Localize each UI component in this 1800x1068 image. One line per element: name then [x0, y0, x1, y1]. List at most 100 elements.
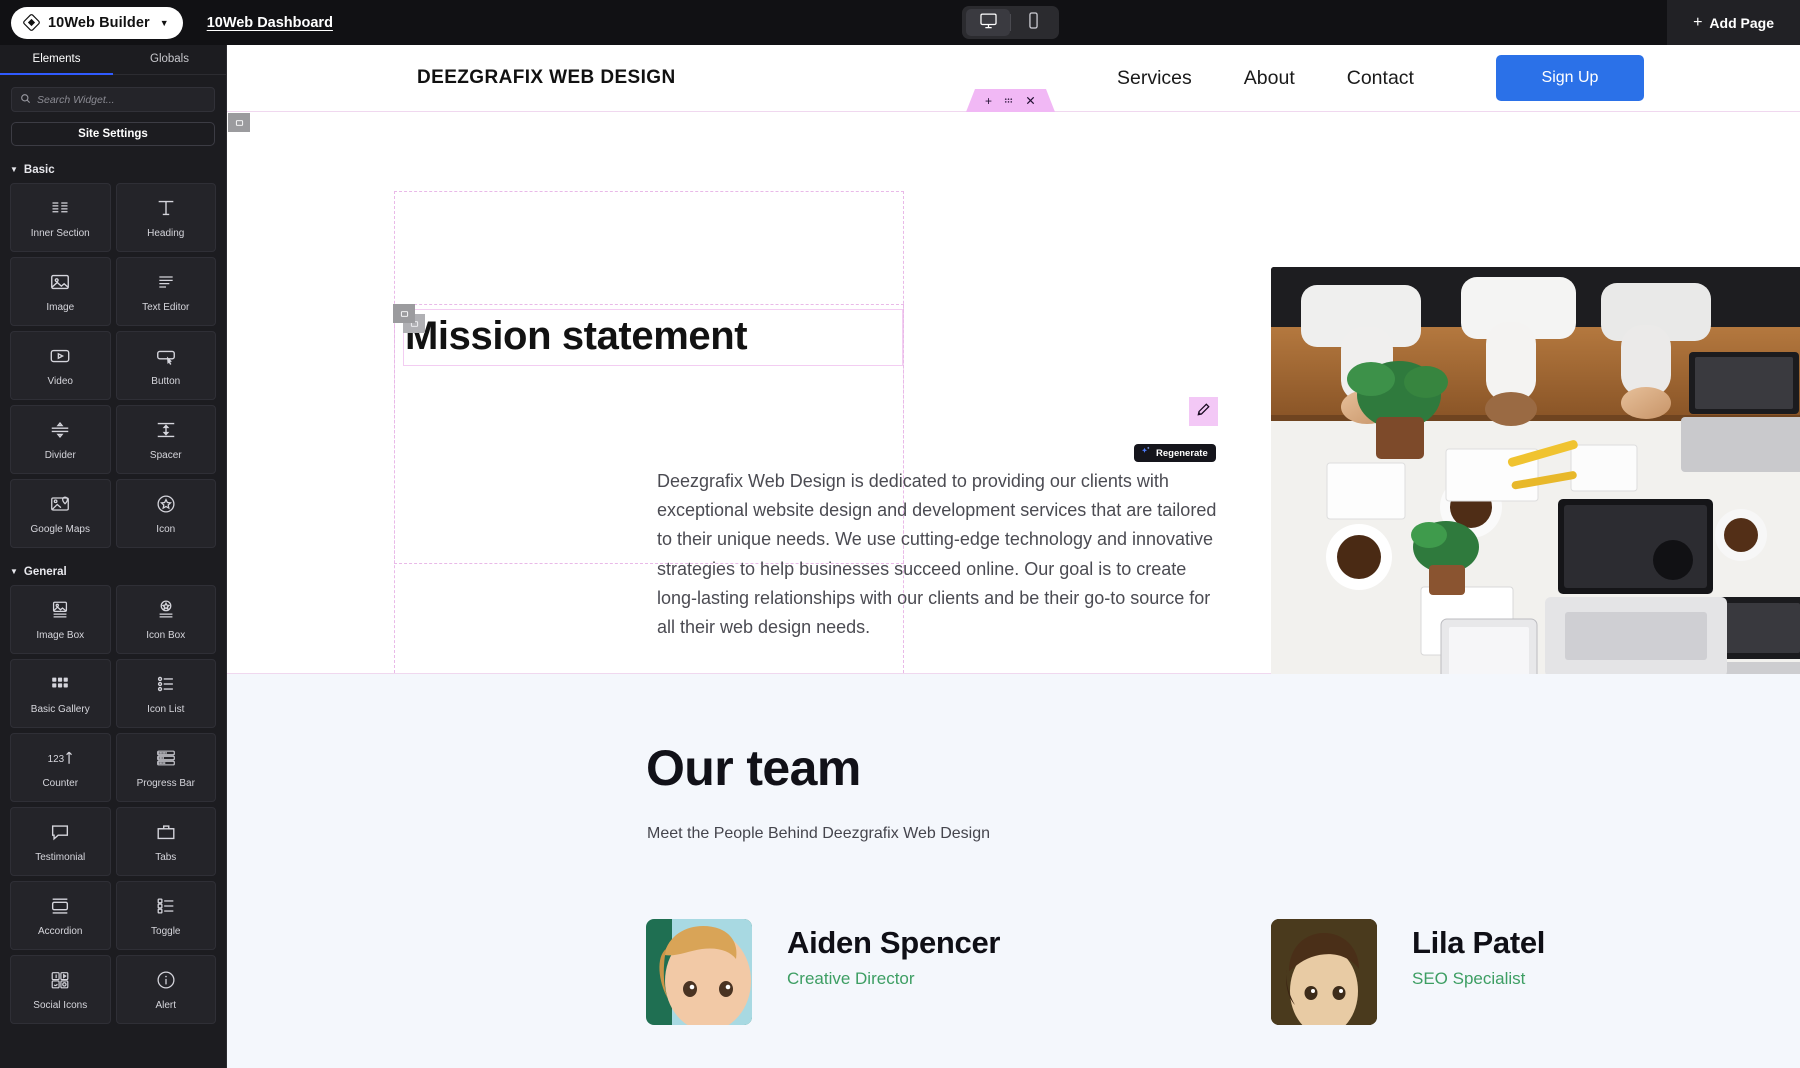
sparkle-icon	[1140, 444, 1152, 462]
nav-link-services[interactable]: Services	[1117, 67, 1192, 90]
testimonial-icon	[49, 820, 71, 844]
spacer-icon	[155, 418, 177, 442]
widget-drag-handle-primary[interactable]	[393, 304, 415, 323]
widget-button[interactable]: Button	[115, 331, 216, 400]
chevron-down-icon: ▼	[159, 17, 169, 28]
widget-spacer[interactable]: Spacer	[115, 405, 216, 474]
heading-icon	[155, 196, 177, 220]
gallery-icon	[49, 672, 71, 696]
tab-elements[interactable]: Elements	[0, 45, 113, 75]
sidebar-group-basic[interactable]: ▼ Basic	[10, 164, 226, 176]
group-label-general: General	[23, 566, 67, 578]
team-member-name[interactable]: Lila Patel	[1412, 925, 1545, 961]
widget-accordion[interactable]: Accordion	[10, 881, 111, 950]
icon-list-icon	[155, 672, 177, 696]
widget-label: Spacer	[149, 450, 182, 461]
widget-label: Testimonial	[35, 852, 86, 863]
toggle-icon	[155, 894, 177, 918]
column-drag-handle[interactable]	[228, 113, 250, 132]
widget-label: Tabs	[155, 852, 177, 863]
add-page-button[interactable]: + Add Page	[1667, 0, 1800, 45]
section-toolbar[interactable]: +	[966, 89, 1055, 112]
builder-menu-label: 10Web Builder	[48, 14, 150, 31]
team-member-role[interactable]: Creative Director	[787, 969, 1000, 989]
site-settings-button[interactable]: Site Settings	[11, 122, 215, 146]
widget-divider[interactable]: Divider	[10, 405, 111, 474]
widget-basic-gallery[interactable]: Basic Gallery	[10, 659, 111, 728]
widget-image-box[interactable]: Image Box	[10, 585, 111, 654]
nav-link-about[interactable]: About	[1244, 67, 1295, 90]
widget-label: Toggle	[151, 926, 181, 937]
counter-icon: 123	[46, 746, 74, 770]
team-member-card[interactable]: Aiden Spencer Creative Director	[646, 919, 1000, 1025]
desktop-view-button[interactable]	[966, 9, 1010, 36]
social-icons-icon	[49, 968, 71, 992]
search-widget-field[interactable]	[11, 87, 215, 112]
device-preview-toggle[interactable]	[962, 6, 1059, 39]
accordion-icon	[49, 894, 71, 918]
edit-heading-button[interactable]	[1189, 397, 1218, 426]
widgets-sidebar: Elements Globals Site Settings ▼ Basic I…	[0, 45, 227, 1068]
site-nav: Services About Contact	[1117, 67, 1414, 90]
widget-label: Icon List	[147, 704, 185, 715]
dashboard-link[interactable]: 10Web Dashboard	[207, 15, 333, 31]
widget-alert[interactable]: Alert	[115, 955, 216, 1024]
nav-link-contact[interactable]: Contact	[1347, 67, 1414, 90]
widget-toggle[interactable]: Toggle	[115, 881, 216, 950]
sidebar-tabs: Elements Globals	[0, 45, 226, 75]
team-member-name[interactable]: Aiden Spencer	[787, 925, 1000, 961]
widget-progress-bar[interactable]: Progress Bar	[115, 733, 216, 802]
svg-text:123: 123	[48, 754, 65, 765]
widget-label: Video	[47, 376, 73, 387]
widget-heading[interactable]: Heading	[115, 183, 216, 252]
image-icon	[49, 270, 71, 294]
widget-label: Heading	[147, 228, 185, 239]
widget-image[interactable]: Image	[10, 257, 111, 326]
widget-inner-section[interactable]: Inner Section	[10, 183, 111, 252]
add-page-label: Add Page	[1709, 14, 1774, 31]
signup-button[interactable]: Sign Up	[1496, 55, 1644, 101]
mission-heading[interactable]: Mission statement	[405, 308, 925, 365]
app-topbar: 10Web Builder ▼ 10Web Dashboard + Add Pa…	[0, 0, 1800, 45]
avatar	[646, 919, 752, 1025]
widget-label: Progress Bar	[136, 778, 195, 789]
widget-testimonial[interactable]: Testimonial	[10, 807, 111, 876]
page-canvas: DEEZGRAFIX WEB DESIGN Services About Con…	[227, 45, 1800, 1068]
pencil-icon	[1196, 402, 1211, 422]
widget-video[interactable]: Video	[10, 331, 111, 400]
widget-google-maps[interactable]: Google Maps	[10, 479, 111, 548]
regenerate-button[interactable]: Regenerate	[1134, 444, 1216, 462]
widget-tabs[interactable]: Tabs	[115, 807, 216, 876]
widget-label: Image	[46, 302, 75, 313]
search-input[interactable]	[37, 93, 206, 106]
widget-icon-list[interactable]: Icon List	[115, 659, 216, 728]
widget-label: Social Icons	[33, 1000, 88, 1011]
widget-text-editor[interactable]: Text Editor	[115, 257, 216, 326]
close-icon[interactable]	[1025, 95, 1036, 106]
widget-label: Image Box	[36, 630, 85, 641]
widget-social-icons[interactable]: Social Icons	[10, 955, 111, 1024]
tenweb-logo-icon	[23, 14, 40, 31]
sidebar-group-general[interactable]: ▼ General	[10, 566, 226, 578]
tab-globals[interactable]: Globals	[113, 45, 226, 74]
team-subtitle[interactable]: Meet the People Behind Deezgrafix Web De…	[647, 825, 990, 843]
team-member-card[interactable]: Lila Patel SEO Specialist	[1271, 919, 1545, 1025]
widget-icon[interactable]: Icon	[115, 479, 216, 548]
widget-counter[interactable]: 123 Counter	[10, 733, 111, 802]
widget-label: Button	[151, 376, 181, 387]
widget-label: Accordion	[38, 926, 83, 937]
search-icon	[20, 91, 31, 109]
add-section-icon[interactable]: +	[985, 95, 992, 107]
drag-handle-icon[interactable]	[1003, 95, 1014, 106]
progress-bar-icon	[155, 746, 177, 770]
team-member-meta: Lila Patel SEO Specialist	[1412, 919, 1545, 989]
team-title[interactable]: Our team	[646, 739, 861, 797]
group-label-basic: Basic	[23, 164, 55, 176]
mobile-view-button[interactable]	[1011, 9, 1055, 36]
builder-menu-button[interactable]: 10Web Builder ▼	[11, 6, 183, 39]
team-section: Our team Meet the People Behind Deezgraf…	[227, 674, 1800, 1068]
widget-icon-box[interactable]: Icon Box	[115, 585, 216, 654]
video-icon	[49, 344, 71, 368]
team-member-role[interactable]: SEO Specialist	[1412, 969, 1545, 989]
mission-body-text[interactable]: Deezgrafix Web Design is dedicated to pr…	[657, 467, 1217, 642]
